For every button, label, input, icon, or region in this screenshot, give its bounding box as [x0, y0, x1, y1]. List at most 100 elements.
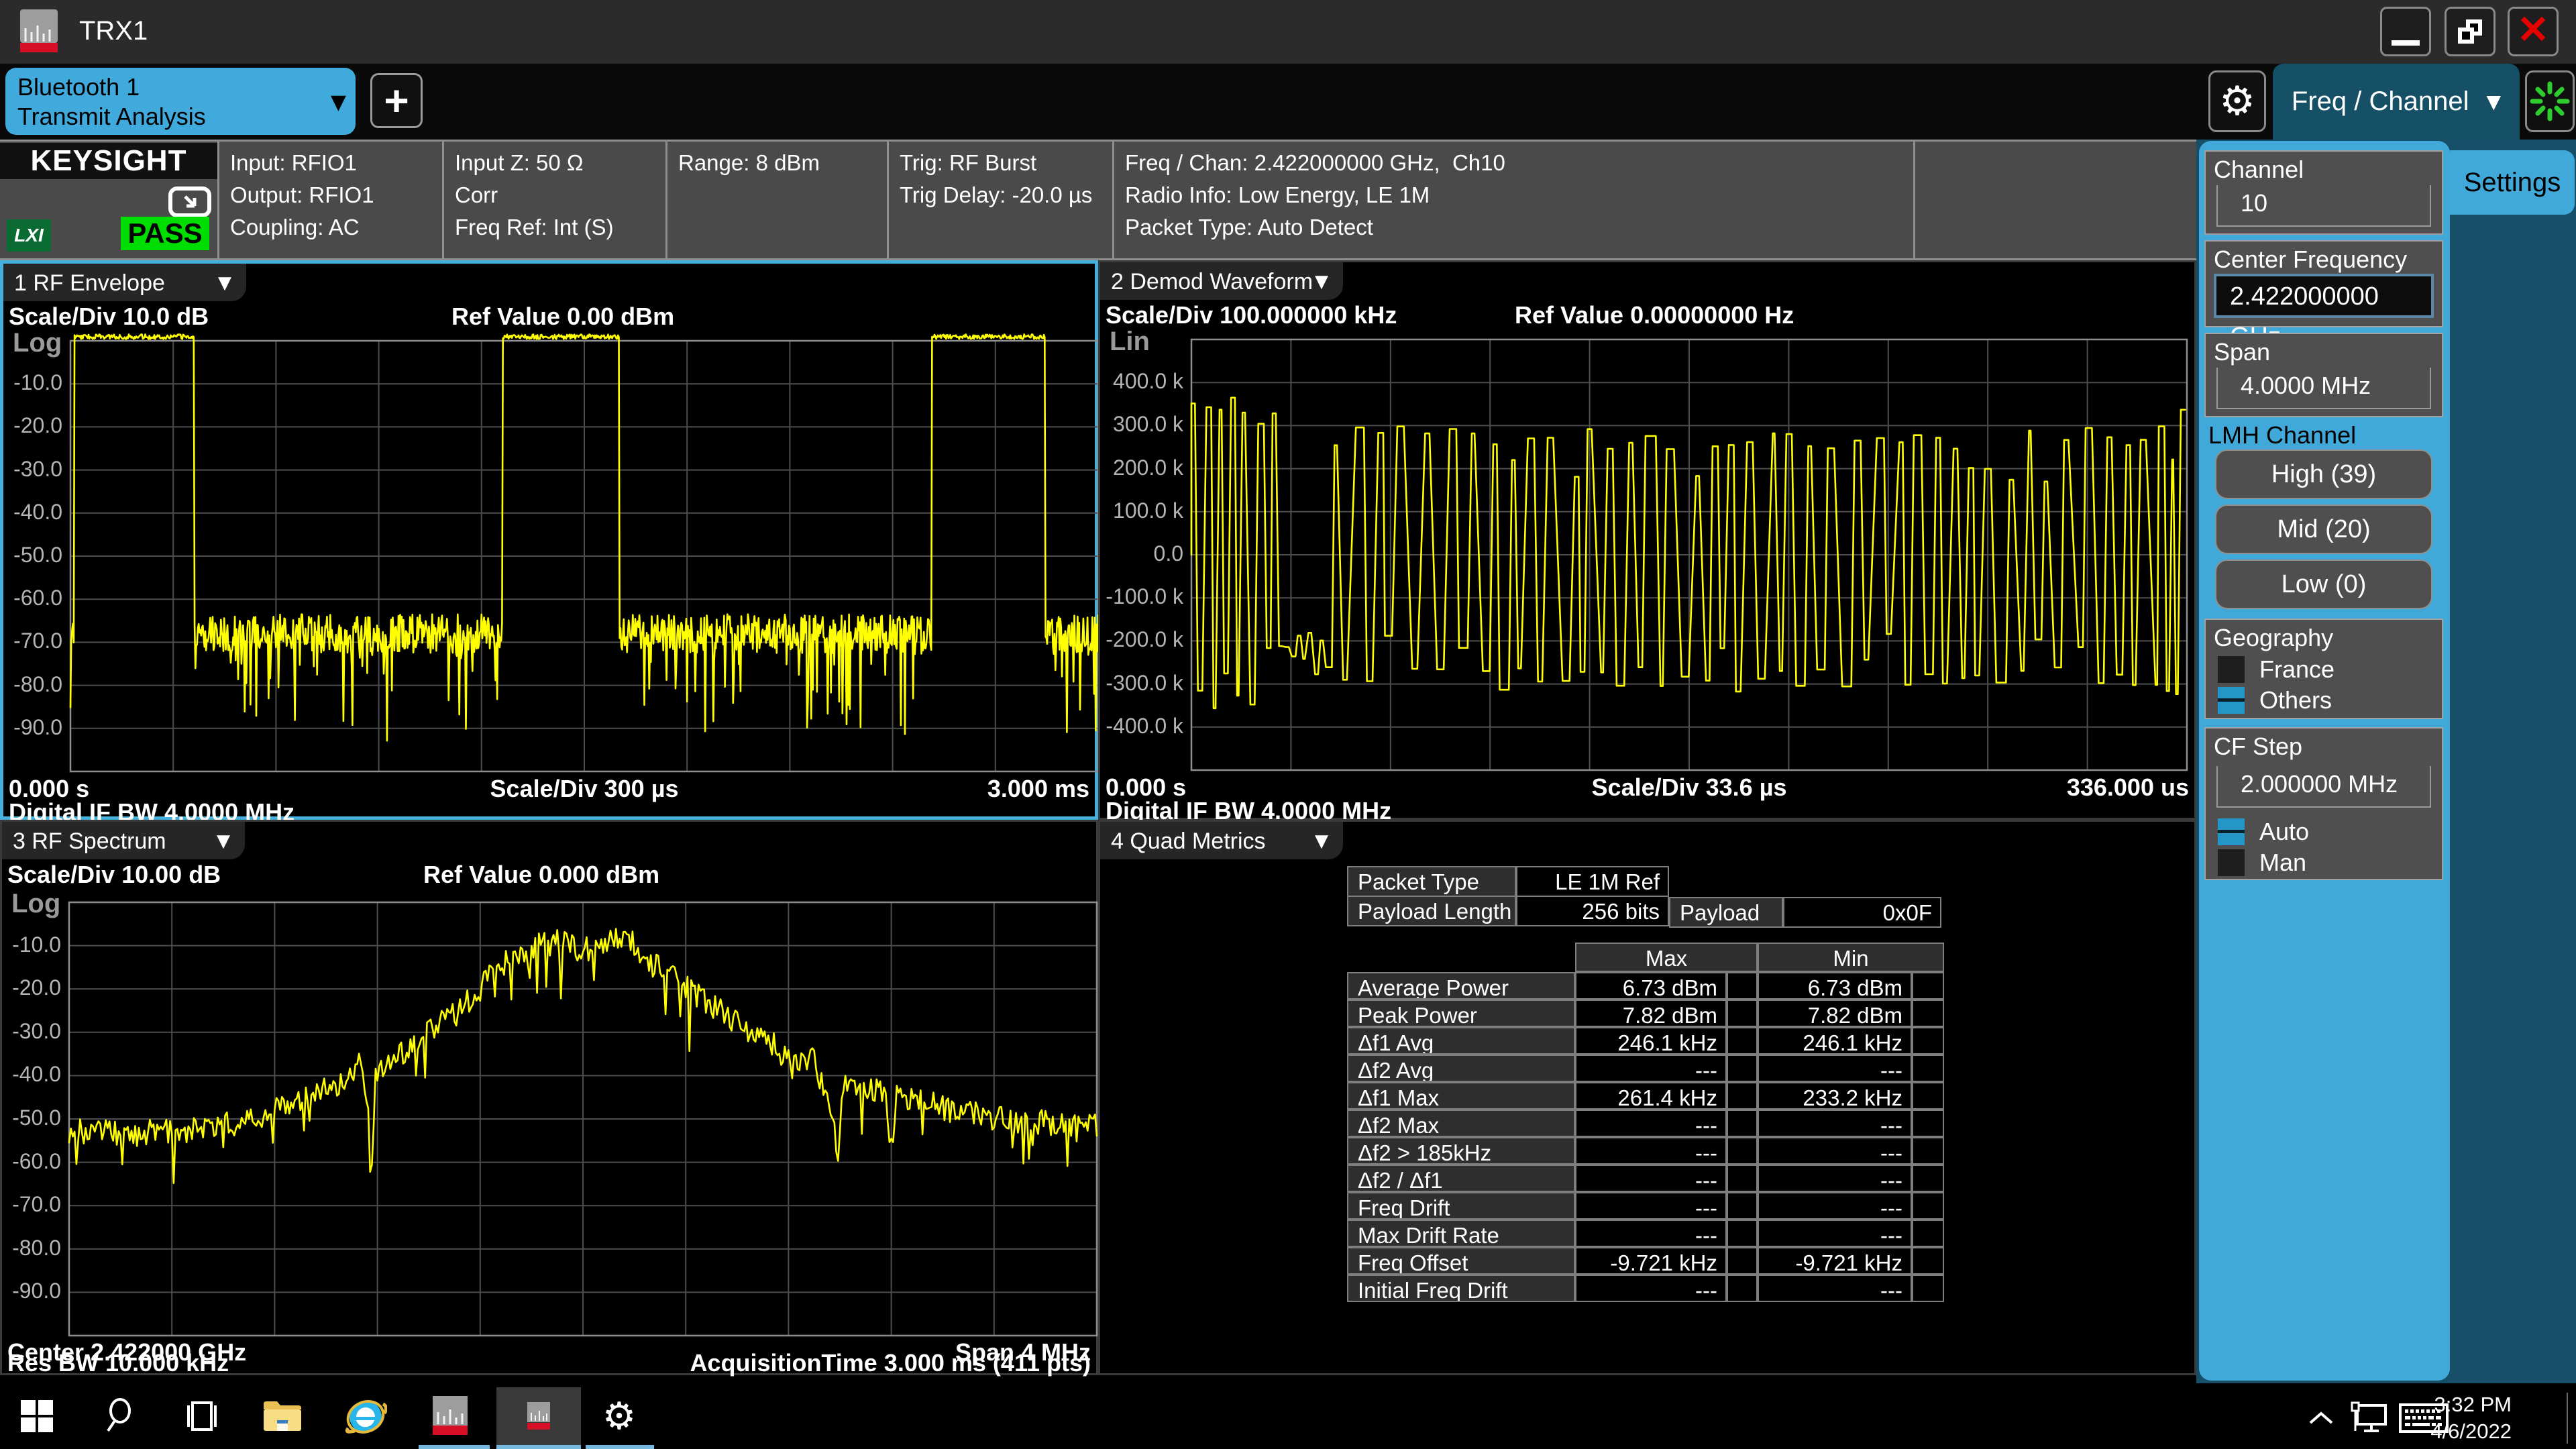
add-mode-button[interactable]: +	[370, 73, 423, 128]
y-axis-tick-label: -50.0	[2, 1106, 61, 1130]
window-1-selector[interactable]: 1 RF Envelope ▼	[3, 264, 246, 301]
minimize-button[interactable]	[2380, 7, 2431, 56]
option-label: France	[2259, 655, 2334, 684]
y-axis-tick-label: -80.0	[2, 1236, 61, 1260]
checkbox-checked-icon	[2218, 818, 2245, 845]
scale-line: Scale/Div 10.00 dB Ref Value 0.000 dBm	[7, 861, 1079, 890]
internet-explorer-button[interactable]	[329, 1387, 402, 1445]
show-desktop-button[interactable]	[2567, 1393, 2568, 1444]
clock-time: 3:32 PM	[2430, 1391, 2512, 1418]
taskbar-clock[interactable]: 3:32 PM 4/6/2022	[2430, 1391, 2512, 1445]
metric-status-cell	[1727, 1275, 1758, 1302]
span-field[interactable]: Span 4.0000 MHz	[2204, 333, 2443, 417]
channel-field[interactable]: Channel 10	[2204, 150, 2443, 235]
y-axis-tick-label: -90.0	[3, 715, 62, 740]
payload-value: 0x0F	[1783, 897, 1941, 928]
window-4-selector[interactable]: 4 Quad Metrics ▼	[1100, 822, 1343, 859]
start-button[interactable]	[0, 1387, 74, 1445]
y-axis-tick-label: 100.0 k	[1100, 498, 1183, 523]
lmh-channel-label: LMH Channel	[2208, 421, 2356, 449]
window-3-title: 3 RF Spectrum	[13, 828, 166, 855]
scale-div-label: Scale/Div 100.000000 kHz	[1106, 301, 1397, 329]
impedance-info-segment: Input Z: 50 ΩCorrFreq Ref: Int (S)	[442, 142, 665, 258]
lmh-high-button[interactable]: High (39)	[2215, 449, 2432, 499]
chevron-up-icon	[2306, 1408, 2336, 1428]
system-settings-button[interactable]: ⚙	[2208, 70, 2266, 132]
metric-row-label: Peak Power	[1347, 1000, 1575, 1027]
cf-step-value[interactable]: 2.000000 MHz	[2216, 766, 2431, 808]
analyzer-app-taskbar-button[interactable]	[413, 1387, 487, 1445]
metric-row-label: Δf2 > 185kHz	[1347, 1137, 1575, 1165]
y-axis-tick-label: -40.0	[2, 1062, 61, 1087]
close-button[interactable]: ✕	[2508, 7, 2559, 56]
network-tray-button[interactable]	[2349, 1387, 2390, 1449]
option-label: Man	[2259, 849, 2306, 877]
y-axis-tick-label: 400.0 k	[1100, 369, 1183, 394]
metric-status-cell	[1727, 1220, 1758, 1247]
restore-icon	[2458, 19, 2482, 44]
metric-min-value: ---	[1758, 1165, 1912, 1192]
task-view-icon	[183, 1397, 221, 1435]
center-frequency-field[interactable]: Center Frequency 2.422000000 GHz	[2204, 240, 2443, 327]
metric-status-cell	[1912, 1275, 1944, 1302]
y-axis-tick-label: -400.0 k	[1100, 714, 1183, 739]
y-axis-tick-label: -40.0	[3, 500, 62, 525]
menu-tab-freq-channel[interactable]: Freq / Channel ▼	[2273, 64, 2520, 140]
metric-status-cell	[1727, 972, 1758, 1000]
metric-status-cell	[1727, 1055, 1758, 1082]
y-axis-tick-label: -50.0	[3, 543, 62, 568]
payload-length-label: Payload Length	[1347, 896, 1516, 926]
rf-envelope-chart	[3, 264, 1102, 823]
geography-option-france[interactable]: France	[2218, 655, 2334, 684]
minimize-icon	[2392, 40, 2420, 46]
metric-max-value: ---	[1575, 1220, 1727, 1247]
metric-status-cell	[1727, 1165, 1758, 1192]
mode-name: Bluetooth 1	[17, 73, 140, 101]
settings-tab[interactable]: Settings	[2450, 150, 2575, 215]
y-axis-tick-label: -20.0	[2, 975, 61, 1000]
window-1-title: 1 RF Envelope	[14, 270, 165, 297]
window-2-selector[interactable]: 2 Demod Waveform ▼	[1100, 262, 1343, 300]
metric-max-value: ---	[1575, 1165, 1727, 1192]
signal-analyzer-screen: TRX1 ✕ Bluetooth 1 Transmit Analysis ▼ +…	[0, 0, 2576, 1449]
gear-icon: ⚙	[602, 1395, 636, 1438]
y-axis-tick-label: 300.0 k	[1100, 412, 1183, 437]
geography-option-others[interactable]: Others	[2218, 686, 2332, 715]
tray-chevron-button[interactable]	[2306, 1387, 2336, 1449]
lmh-low-button[interactable]: Low (0)	[2215, 559, 2432, 609]
y-axis-tick-label: -90.0	[2, 1279, 61, 1303]
lmh-mid-button[interactable]: Mid (20)	[2215, 504, 2432, 554]
cf-step-auto-option[interactable]: Auto	[2218, 817, 2309, 847]
checkbox-icon	[2218, 656, 2245, 683]
settings-app-button[interactable]: ⚙	[582, 1387, 656, 1445]
metric-status-cell	[1912, 1192, 1944, 1220]
active-analyzer-app-button[interactable]	[502, 1387, 576, 1445]
gear-icon: ⚙	[2219, 78, 2255, 125]
chevron-down-icon: ▼	[217, 831, 230, 851]
window-3-selector[interactable]: 3 RF Spectrum ▼	[2, 822, 245, 859]
settings-tab-label: Settings	[2464, 168, 2561, 198]
metric-status-cell	[1727, 1110, 1758, 1137]
mode-tab-bluetooth[interactable]: Bluetooth 1 Transmit Analysis ▼	[5, 68, 356, 135]
scale-line: Scale/Div 100.000000 kHz Ref Value 0.000…	[1106, 301, 2178, 331]
file-explorer-button[interactable]	[246, 1387, 319, 1445]
metric-row-label: Δf1 Max	[1347, 1082, 1575, 1110]
cf-step-man-option[interactable]: Man	[2218, 848, 2306, 877]
span-value[interactable]: 4.0000 MHz	[2216, 368, 2431, 409]
restore-button[interactable]	[2445, 7, 2496, 56]
metric-row-label: Initial Freq Drift	[1347, 1275, 1575, 1302]
analyzer-app-icon	[19, 8, 59, 54]
metric-status-cell	[1727, 1192, 1758, 1220]
search-button[interactable]	[85, 1387, 158, 1445]
cf-step-group: CF Step 2.000000 MHz Auto Man	[2204, 727, 2443, 880]
task-view-button[interactable]	[165, 1387, 239, 1445]
x-scale-label: Scale/Div 33.6 µs	[1592, 773, 1787, 802]
range-info-segment: Range: 8 dBm	[665, 142, 887, 258]
network-icon	[2349, 1400, 2390, 1436]
window-title: TRX1	[79, 16, 148, 46]
channel-value[interactable]: 10	[2216, 185, 2431, 227]
center-frequency-value[interactable]: 2.422000000 GHz	[2214, 274, 2434, 318]
y-axis-tick-label: -10.0	[2, 932, 61, 957]
chevron-down-icon: ▼	[1315, 831, 1328, 851]
rf-spectrum-chart	[2, 822, 1100, 1377]
